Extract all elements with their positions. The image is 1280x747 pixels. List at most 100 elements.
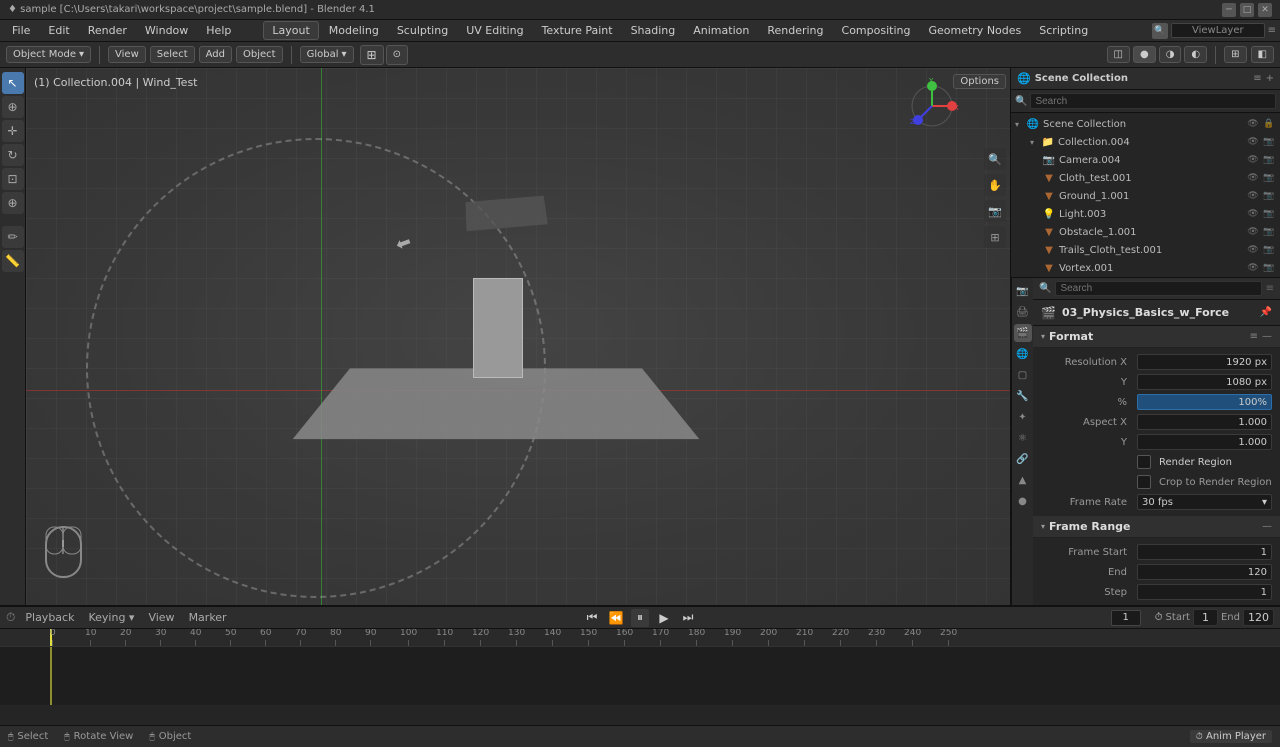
playback-menu[interactable]: Playback bbox=[21, 610, 78, 625]
annotate-tool[interactable]: ✏ bbox=[2, 226, 24, 248]
gnd-vis-icon[interactable]: 👁 bbox=[1246, 189, 1260, 203]
prop-material-icon[interactable]: ● bbox=[1014, 492, 1032, 510]
frame-step-value[interactable]: 1 bbox=[1137, 584, 1272, 600]
minimize-button[interactable]: ─ bbox=[1222, 3, 1236, 17]
menu-compositing[interactable]: Compositing bbox=[834, 22, 919, 39]
play-button[interactable]: ▶ bbox=[655, 609, 673, 627]
col-render-icon[interactable]: 📷 bbox=[1262, 135, 1276, 149]
frame-rate-dropdown[interactable]: 30 fps ▾ bbox=[1137, 494, 1272, 510]
overlay-button[interactable]: ⊞ bbox=[1224, 46, 1246, 63]
obs-vis-icon[interactable]: 👁 bbox=[1246, 225, 1260, 239]
shading-rendered[interactable]: ◑ bbox=[1159, 46, 1182, 63]
aspect-y-value[interactable]: 1.000 bbox=[1137, 434, 1272, 450]
aspect-x-value[interactable]: 1.000 bbox=[1137, 414, 1272, 430]
tree-item-camera-004[interactable]: 📷 Camera.004 👁 📷 bbox=[1011, 151, 1280, 169]
outliner-search-input[interactable] bbox=[1030, 93, 1276, 109]
tree-item-collection-004[interactable]: ▾ 📁 Collection.004 👁 📷 bbox=[1011, 133, 1280, 151]
tree-item-cloth-test[interactable]: ▼ Cloth_test.001 👁 📷 bbox=[1011, 169, 1280, 187]
rotate-tool[interactable]: ↻ bbox=[2, 144, 24, 166]
prop-physics-icon[interactable]: ⚛ bbox=[1014, 429, 1032, 447]
select-tool[interactable]: ↖ bbox=[2, 72, 24, 94]
menu-texture-paint[interactable]: Texture Paint bbox=[534, 22, 621, 39]
prop-particles-icon[interactable]: ✦ bbox=[1014, 408, 1032, 426]
filter-icon[interactable]: ≡ bbox=[1268, 25, 1276, 36]
menu-modeling[interactable]: Modeling bbox=[321, 22, 387, 39]
marker-menu[interactable]: Marker bbox=[185, 610, 231, 625]
xray-button[interactable]: ◧ bbox=[1251, 46, 1274, 63]
menu-scripting[interactable]: Scripting bbox=[1031, 22, 1096, 39]
render-region-button[interactable]: ⊞ bbox=[984, 226, 1006, 248]
menu-uv-editing[interactable]: UV Editing bbox=[458, 22, 531, 39]
menu-shading[interactable]: Shading bbox=[623, 22, 684, 39]
cam-vis-icon[interactable]: 👁 bbox=[1246, 153, 1260, 167]
prop-render-icon[interactable]: 📷 bbox=[1014, 282, 1032, 300]
prop-object-icon[interactable]: ▢ bbox=[1014, 366, 1032, 384]
prop-pin-icon[interactable]: 📌 bbox=[1260, 307, 1272, 318]
menu-window[interactable]: Window bbox=[137, 22, 196, 39]
lt-render-icon[interactable]: 📷 bbox=[1262, 207, 1276, 221]
menu-layout[interactable]: Layout bbox=[263, 21, 318, 40]
prop-constraints-icon[interactable]: 🔗 bbox=[1014, 450, 1032, 468]
crop-render-checkbox[interactable] bbox=[1137, 475, 1151, 489]
tree-item-vortex[interactable]: ▼ Vortex.001 👁 📷 bbox=[1011, 259, 1280, 277]
prop-scene-icon[interactable]: 🎬 bbox=[1014, 324, 1032, 342]
hand-button[interactable]: ✋ bbox=[984, 174, 1006, 196]
trails-vis-icon[interactable]: 👁 bbox=[1246, 243, 1260, 257]
gnd-render-icon[interactable]: 📷 bbox=[1262, 189, 1276, 203]
maximize-button[interactable]: □ bbox=[1240, 3, 1254, 17]
cam-render-icon[interactable]: 📷 bbox=[1262, 153, 1276, 167]
tree-item-scene-collection[interactable]: ▾ 🌐 Scene Collection 👁 🔒 bbox=[1011, 115, 1280, 133]
measure-tool[interactable]: 📏 bbox=[2, 250, 24, 272]
frame-start-value[interactable]: 1 bbox=[1137, 544, 1272, 560]
camera-view-button[interactable]: 📷 bbox=[984, 200, 1006, 222]
render-region-checkbox[interactable] bbox=[1137, 455, 1151, 469]
transform-tool[interactable]: ⊕ bbox=[2, 192, 24, 214]
options-button[interactable]: Options bbox=[953, 74, 1006, 89]
lock-icon[interactable]: 🔒 bbox=[1262, 117, 1276, 131]
cloth-render-icon[interactable]: 📷 bbox=[1262, 171, 1276, 185]
pause-button[interactable]: ⏸ bbox=[631, 609, 649, 627]
tree-item-trails[interactable]: ▼ Trails_Cloth_test.001 👁 📷 bbox=[1011, 241, 1280, 259]
fr-minus-icon[interactable]: — bbox=[1262, 521, 1272, 532]
menu-edit[interactable]: Edit bbox=[40, 22, 77, 39]
zoom-in-button[interactable]: 🔍 bbox=[984, 148, 1006, 170]
properties-search-input[interactable] bbox=[1055, 281, 1261, 296]
tree-item-light[interactable]: 💡 Light.003 👁 📷 bbox=[1011, 205, 1280, 223]
menu-rendering[interactable]: Rendering bbox=[759, 22, 831, 39]
lt-vis-icon[interactable]: 👁 bbox=[1246, 207, 1260, 221]
transform-orient-selector[interactable]: Global ▾ bbox=[300, 46, 354, 63]
menu-sculpting[interactable]: Sculpting bbox=[389, 22, 456, 39]
frame-range-header[interactable]: ▾ Frame Range — bbox=[1033, 516, 1280, 538]
start-frame-input[interactable]: 1 bbox=[1193, 609, 1218, 626]
outliner-filter-icon[interactable]: ≡ bbox=[1253, 73, 1261, 84]
shading-solid[interactable]: ● bbox=[1133, 46, 1156, 63]
end-frame-input[interactable]: 120 bbox=[1243, 609, 1274, 626]
resolution-pct-value[interactable]: 100% bbox=[1137, 394, 1272, 410]
vrt-render-icon[interactable]: 📷 bbox=[1262, 261, 1276, 275]
proportional-edit-button[interactable]: ⊙ bbox=[386, 45, 408, 65]
select-menu[interactable]: Select bbox=[150, 46, 195, 63]
prop-filter-icon[interactable]: ≡ bbox=[1266, 283, 1274, 294]
menu-geometry-nodes[interactable]: Geometry Nodes bbox=[920, 22, 1029, 39]
menu-help[interactable]: Help bbox=[198, 22, 239, 39]
add-menu[interactable]: Add bbox=[199, 46, 232, 63]
jump-end-button[interactable]: ⏭ bbox=[679, 609, 697, 627]
resolution-y-value[interactable]: 1080 px bbox=[1137, 374, 1272, 390]
cursor-tool[interactable]: ⊕ bbox=[2, 96, 24, 118]
tree-item-ground[interactable]: ▼ Ground_1.001 👁 📷 bbox=[1011, 187, 1280, 205]
format-minus-icon[interactable]: — bbox=[1262, 331, 1272, 342]
timeline-tracks[interactable] bbox=[0, 647, 1280, 705]
view-menu[interactable]: View bbox=[108, 46, 146, 63]
object-menu[interactable]: Object bbox=[236, 46, 283, 63]
menu-animation[interactable]: Animation bbox=[685, 22, 757, 39]
prop-modifiers-icon[interactable]: 🔧 bbox=[1014, 387, 1032, 405]
shading-wireframe[interactable]: ◫ bbox=[1107, 46, 1130, 63]
viewport-canvas[interactable]: ⬅ (1) Collection.004 | Wind_Test X Y Z 🔍… bbox=[26, 68, 1010, 605]
prop-data-icon[interactable]: ▲ bbox=[1014, 471, 1032, 489]
move-tool[interactable]: ✛ bbox=[2, 120, 24, 142]
tree-item-obstacle[interactable]: ▼ Obstacle_1.001 👁 📷 bbox=[1011, 223, 1280, 241]
keying-menu[interactable]: Keying ▾ bbox=[84, 610, 138, 625]
prop-output-icon[interactable]: 🖨 bbox=[1014, 303, 1032, 321]
prop-world-icon[interactable]: 🌐 bbox=[1014, 345, 1032, 363]
visibility-icon[interactable]: 👁 bbox=[1246, 117, 1260, 131]
